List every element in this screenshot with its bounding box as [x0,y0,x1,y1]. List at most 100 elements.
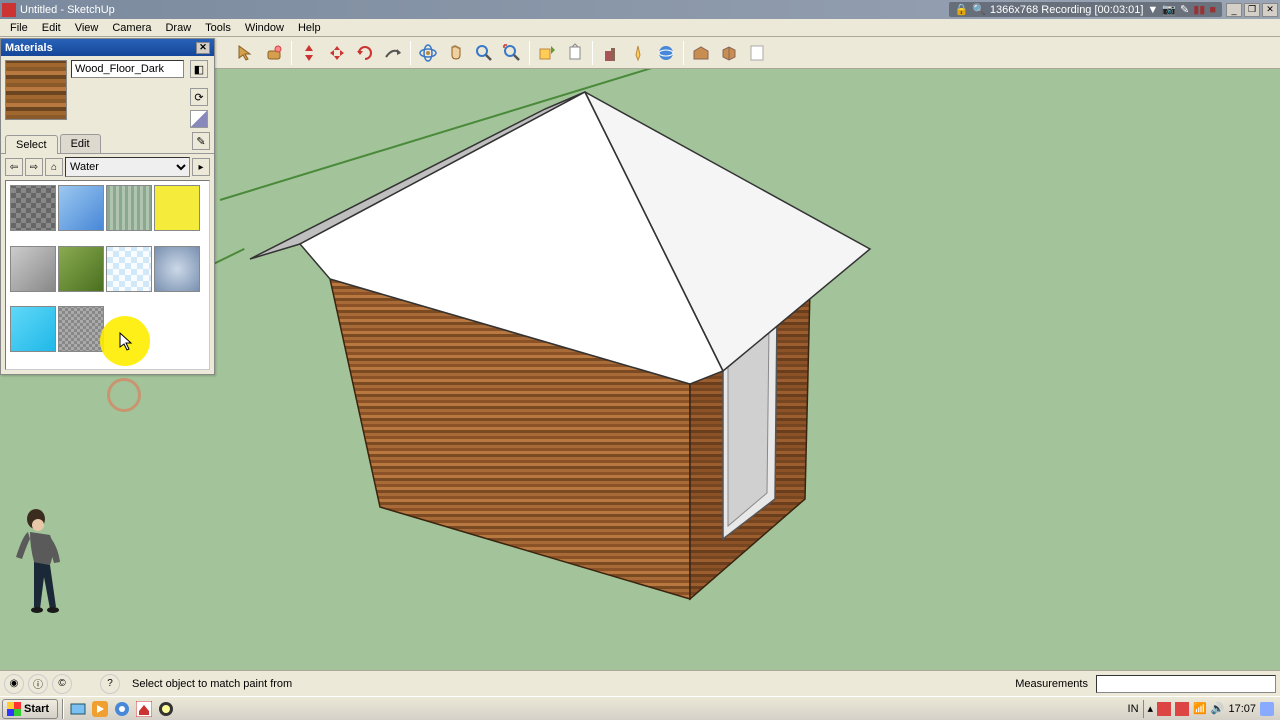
tab-select[interactable]: Select [5,135,58,154]
nav-details-button[interactable]: ▸ [192,158,210,176]
tool-geo-location[interactable] [625,40,651,66]
swatch-item[interactable] [106,246,152,292]
tool-zoom[interactable] [471,40,497,66]
tray-network-icon[interactable]: 📶 [1193,702,1207,715]
menu-bar: File Edit View Camera Draw Tools Window … [0,19,1280,37]
materials-library-select[interactable]: Water [65,157,190,177]
tool-zoom-extents[interactable] [499,40,525,66]
status-help-button[interactable]: ? [100,674,120,694]
close-button[interactable]: ✕ [1262,3,1278,17]
status-credits-button[interactable]: ⓘ [28,674,48,694]
tray-extra-icon[interactable] [1260,702,1274,716]
tray-shield-icon[interactable] [1175,702,1189,716]
tool-share-model[interactable] [562,40,588,66]
materials-nav: ⇦ ⇨ ⌂ Water ▸ [1,154,214,180]
material-preview[interactable] [5,60,67,120]
maximize-button[interactable]: ❐ [1244,3,1260,17]
tool-rotate[interactable] [352,40,378,66]
swatch-item[interactable] [58,306,104,352]
tab-edit[interactable]: Edit [60,134,101,153]
swatch-item[interactable] [154,246,200,292]
nav-back-button[interactable]: ⇦ [5,158,23,176]
taskbar-sketchup-icon[interactable] [134,699,154,719]
default-material-button[interactable]: ⟳ [190,88,208,106]
cursor-pointer-icon [118,331,134,351]
scale-figure[interactable] [8,507,78,617]
window-titlebar: Untitled - SketchUp 🔒 🔍 1366x768 Recordi… [0,0,1280,19]
language-indicator[interactable]: IN [1128,703,1139,715]
swatch-item[interactable] [58,246,104,292]
tray-flag-icon[interactable] [1157,702,1171,716]
rec-pause-icon[interactable]: ▮▮ [1193,3,1205,16]
rec-dropdown-icon[interactable]: ▼ [1147,4,1158,16]
tool-select[interactable] [233,40,259,66]
tray-up-icon[interactable]: ▴ [1148,702,1154,715]
minimize-button[interactable]: _ [1226,3,1242,17]
search-mini-icon: 🔍 [972,3,986,16]
lock-icon: 🔒 [955,3,969,16]
camera-icon[interactable]: 📷 [1162,3,1176,16]
swatch-item[interactable] [10,246,56,292]
swatch-item[interactable] [10,306,56,352]
tool-move[interactable] [324,40,350,66]
menu-edit[interactable]: Edit [36,20,67,36]
recording-indicator[interactable]: 🔒 🔍 1366x768 Recording [00:03:01] ▼ 📷 ✎ … [949,2,1223,17]
rec-stop-icon[interactable]: ■ [1209,4,1216,16]
menu-camera[interactable]: Camera [106,20,157,36]
tool-orbit[interactable] [415,40,441,66]
materials-panel-header[interactable]: Materials ✕ [1,39,214,56]
tray-clock[interactable]: 17:07 [1228,703,1256,715]
swatch-item[interactable] [154,185,200,231]
sample-paint-button[interactable]: ✎ [192,132,210,150]
tool-warehouse[interactable] [688,40,714,66]
swatch-item[interactable] [10,185,56,231]
recording-text: 1366x768 Recording [00:03:01] [990,4,1144,16]
status-bar: ◉ ⓘ © ? Select object to match paint fro… [0,670,1280,696]
status-geo-button[interactable]: ◉ [4,674,24,694]
menu-window[interactable]: Window [239,20,290,36]
system-tray: IN ▴ 📶 🔊 17:07 [1124,700,1278,718]
measurements-label: Measurements [1015,678,1092,690]
status-claim-button[interactable]: © [52,674,72,694]
tool-components[interactable] [716,40,742,66]
nav-forward-button[interactable]: ⇨ [25,158,43,176]
swatch-item[interactable] [58,185,104,231]
tool-pan[interactable] [443,40,469,66]
click-ring-indicator [107,378,141,412]
windows-taskbar: Start IN ▴ 📶 🔊 17:07 [0,696,1280,720]
3d-model-house[interactable] [245,79,885,619]
menu-draw[interactable]: Draw [159,20,197,36]
menu-view[interactable]: View [69,20,105,36]
taskbar-desktop-icon[interactable] [68,699,88,719]
menu-tools[interactable]: Tools [199,20,237,36]
tool-eraser[interactable] [261,40,287,66]
status-hint: Select object to match paint from [132,678,292,690]
start-label: Start [24,703,49,715]
materials-tabs: Select Edit [1,134,214,154]
menu-help[interactable]: Help [292,20,327,36]
taskbar-app-icon[interactable] [156,699,176,719]
tool-preview-google[interactable] [653,40,679,66]
tool-followme[interactable] [380,40,406,66]
tray-volume-icon[interactable]: 🔊 [1211,702,1225,715]
display-pane-button[interactable] [190,110,208,128]
windows-logo-icon [7,702,21,716]
panel-close-button[interactable]: ✕ [196,42,210,54]
start-button[interactable]: Start [2,699,58,719]
menu-file[interactable]: File [4,20,34,36]
pencil-icon[interactable]: ✎ [1180,3,1189,16]
window-buttons: _ ❐ ✕ [1226,3,1278,17]
app-icon [2,3,16,17]
tool-paper[interactable] [744,40,770,66]
create-material-button[interactable]: ◧ [190,60,208,78]
tool-get-models[interactable] [534,40,560,66]
tool-building[interactable] [597,40,623,66]
taskbar-chrome-icon[interactable] [112,699,132,719]
measurements-input[interactable] [1096,675,1276,693]
swatch-item[interactable] [106,185,152,231]
nav-home-button[interactable]: ⌂ [45,158,63,176]
tool-pushpull[interactable] [296,40,322,66]
taskbar-media-icon[interactable] [90,699,110,719]
materials-panel-title: Materials [5,42,53,54]
material-name-input[interactable] [71,60,184,78]
